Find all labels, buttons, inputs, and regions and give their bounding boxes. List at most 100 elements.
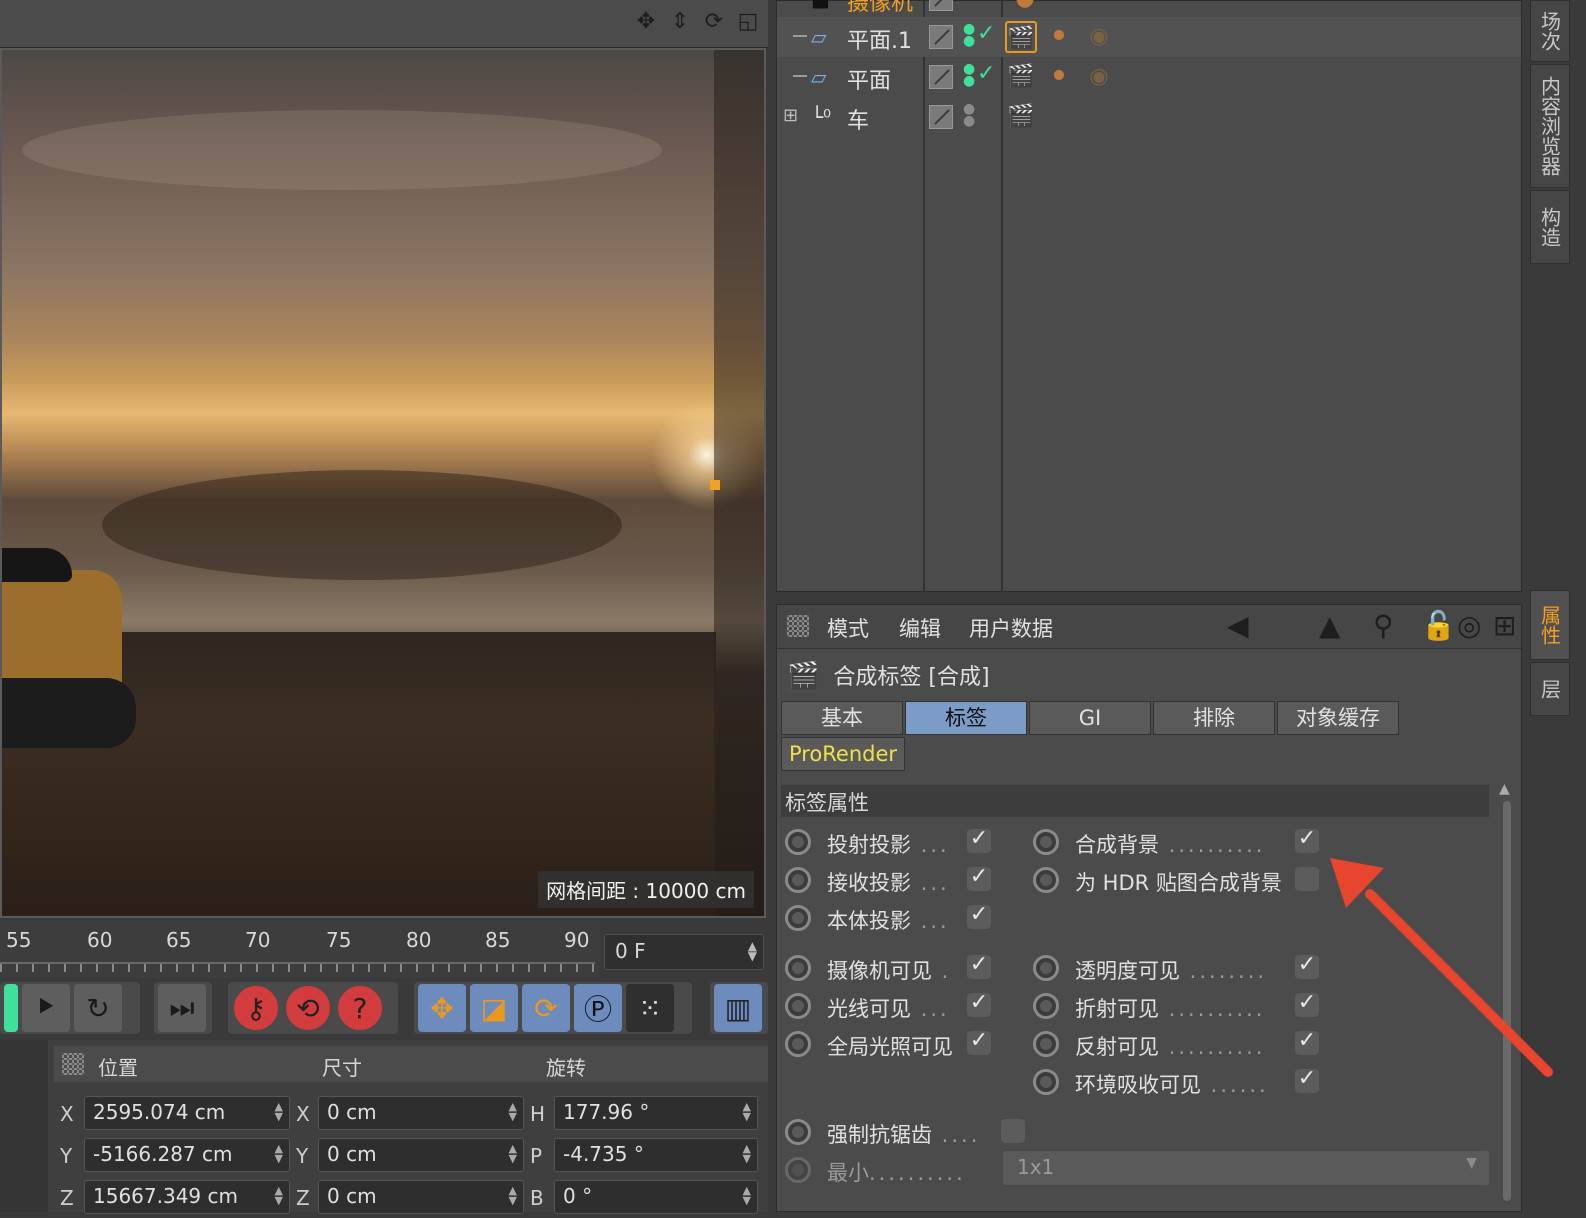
material-tag-icon[interactable]: ⚫: [1043, 21, 1075, 53]
animate-radio[interactable]: [785, 867, 811, 893]
key-pla-icon[interactable]: ⁙: [626, 984, 674, 1032]
tab-gi[interactable]: GI: [1029, 701, 1151, 735]
rotation-p-field[interactable]: -4.735 ° ▲ ▼: [554, 1138, 758, 1172]
record-key-icon[interactable]: ⚷: [234, 986, 278, 1030]
size-y-field[interactable]: 0 cm ▲ ▼: [318, 1138, 524, 1172]
play-forward-icon[interactable]: [4, 984, 18, 1032]
edit-render-icon[interactable]: [929, 105, 953, 129]
receive-shadow-checkbox[interactable]: ✓: [967, 866, 991, 891]
target-tag-icon[interactable]: ●: [1009, 0, 1041, 15]
min-samples-dropdown[interactable]: 1x1 ▼: [1003, 1151, 1489, 1185]
compositing-tag-icon[interactable]: 🎬: [1005, 21, 1037, 53]
grip-icon[interactable]: [787, 615, 809, 637]
rotate-view-icon[interactable]: ⟳: [702, 10, 726, 34]
force-aa-checkbox[interactable]: [1001, 1119, 1025, 1143]
hdr-bg-checkbox[interactable]: [1295, 867, 1319, 891]
move-view-icon[interactable]: ✥: [634, 10, 658, 34]
side-tab-content-browser[interactable]: 内容浏览器: [1530, 64, 1570, 188]
compositing-tag-icon[interactable]: 🎬: [1005, 101, 1037, 133]
rotation-b-field[interactable]: 0 ° ▲ ▼: [554, 1180, 758, 1214]
film-icon[interactable]: ▥: [714, 984, 762, 1032]
expand-icon[interactable]: ⊞: [783, 105, 798, 126]
refraction-visible-checkbox[interactable]: ✓: [1295, 992, 1319, 1017]
keyframe-selection-icon[interactable]: ?: [338, 986, 382, 1030]
ao-visible-checkbox[interactable]: ✓: [1295, 1068, 1319, 1093]
target-icon[interactable]: ◎: [1457, 609, 1481, 642]
tab-object-buffer[interactable]: 对象缓存: [1277, 701, 1399, 735]
menu-mode[interactable]: 模式: [827, 613, 869, 643]
animate-radio[interactable]: [1033, 955, 1059, 981]
autokey-icon[interactable]: ⟲: [286, 986, 330, 1030]
edit-render-icon[interactable]: [929, 65, 953, 89]
animate-radio[interactable]: [1033, 1069, 1059, 1095]
animate-radio[interactable]: [785, 1031, 811, 1057]
visibility-dots-icon[interactable]: ● ●: [963, 22, 975, 48]
timeline-ruler[interactable]: 55 60 65 70 75 80 85 90: [0, 920, 600, 978]
object-row-car[interactable]: ⊞ └⁰ 车 ● ● 🎬: [777, 97, 1521, 137]
goto-end-icon[interactable]: ⏭: [158, 984, 206, 1032]
position-x-field[interactable]: 2595.074 cm ▲ ▼: [84, 1096, 290, 1130]
tab-exclusion[interactable]: 排除: [1153, 701, 1275, 735]
self-shadow-checkbox[interactable]: ✓: [967, 904, 991, 929]
size-x-field[interactable]: 0 cm ▲ ▼: [318, 1096, 524, 1130]
side-tab-attributes[interactable]: 属性: [1530, 590, 1570, 660]
next-key-icon[interactable]: ⯈: [22, 984, 70, 1032]
toggle-view-icon[interactable]: ◱: [736, 10, 760, 34]
back-arrow-icon[interactable]: ◀: [1227, 609, 1249, 642]
key-parameter-icon[interactable]: Ⓟ: [574, 984, 622, 1032]
current-frame-field[interactable]: 0 F ▲ ▼: [604, 934, 764, 970]
compositing-bg-checkbox[interactable]: ✓: [1295, 828, 1319, 853]
camera-visible-checkbox[interactable]: ✓: [967, 954, 991, 979]
object-row-plane-1[interactable]: ▱ 平面.1 ● ● ✓ 🎬 ⚫ ◉: [777, 17, 1521, 57]
enabled-check-icon[interactable]: ✓: [977, 61, 995, 86]
transparency-visible-checkbox[interactable]: ✓: [1295, 954, 1319, 979]
rays-visible-checkbox[interactable]: ✓: [967, 992, 991, 1017]
loop-icon[interactable]: ↻: [74, 984, 122, 1032]
gi-visible-checkbox[interactable]: ✓: [967, 1030, 991, 1055]
animate-radio[interactable]: [785, 955, 811, 981]
animate-radio[interactable]: [1033, 993, 1059, 1019]
edit-render-icon[interactable]: [929, 25, 953, 49]
position-z-field[interactable]: 15667.349 cm ▲ ▼: [84, 1180, 290, 1214]
search-icon[interactable]: ⚲: [1373, 609, 1394, 642]
edit-render-icon[interactable]: [929, 0, 953, 11]
animate-radio[interactable]: [1033, 867, 1059, 893]
animate-radio[interactable]: [1033, 829, 1059, 855]
size-z-field[interactable]: 0 cm ▲ ▼: [318, 1180, 524, 1214]
animate-radio[interactable]: [785, 905, 811, 931]
selection-handle[interactable]: [710, 480, 720, 490]
grip-icon[interactable]: [62, 1053, 84, 1075]
key-scale-icon[interactable]: ◪: [470, 984, 518, 1032]
animate-radio[interactable]: [785, 1119, 811, 1145]
key-position-icon[interactable]: ✥: [418, 984, 466, 1032]
lock-icon[interactable]: 🔓: [1421, 609, 1456, 642]
rotation-h-field[interactable]: 177.96 ° ▲ ▼: [554, 1096, 758, 1130]
compositing-tag-icon[interactable]: 🎬: [1005, 61, 1037, 93]
animate-radio[interactable]: [785, 829, 811, 855]
reflection-visible-checkbox[interactable]: ✓: [1295, 1030, 1319, 1055]
texture-tag-icon[interactable]: ◉: [1083, 21, 1115, 53]
cast-shadow-checkbox[interactable]: ✓: [967, 828, 991, 853]
side-tab-takes[interactable]: 场次: [1530, 0, 1570, 62]
dolly-view-icon[interactable]: ⇕: [668, 10, 692, 34]
visibility-dots-icon[interactable]: ● ●: [963, 102, 975, 128]
up-arrow-icon[interactable]: ▲: [1319, 609, 1341, 642]
tab-basic[interactable]: 基本: [781, 701, 903, 735]
new-panel-icon[interactable]: ⊞: [1493, 609, 1516, 642]
object-row-plane[interactable]: ▱ 平面 ● ● ✓ 🎬 ⚫ ◉: [777, 57, 1521, 97]
side-tab-layers[interactable]: 层: [1530, 662, 1570, 716]
car-body[interactable]: [2, 570, 122, 690]
visibility-dots-icon[interactable]: ● ●: [963, 62, 975, 88]
tab-prorender[interactable]: ProRender: [781, 737, 905, 771]
tab-tag[interactable]: 标签: [905, 701, 1027, 735]
key-rotation-icon[interactable]: ⟳: [522, 984, 570, 1032]
animate-radio[interactable]: [1033, 1031, 1059, 1057]
stepper-icon[interactable]: ▲ ▼: [748, 940, 757, 962]
menu-userdata[interactable]: 用户数据: [969, 613, 1053, 643]
animate-radio[interactable]: [785, 993, 811, 1019]
texture-tag-icon[interactable]: ◉: [1083, 61, 1115, 93]
scroll-up-icon[interactable]: ▲: [1499, 781, 1510, 797]
side-tab-structure[interactable]: 构造: [1530, 190, 1570, 264]
menu-edit[interactable]: 编辑: [899, 613, 941, 643]
material-tag-icon[interactable]: ⚫: [1043, 61, 1075, 93]
